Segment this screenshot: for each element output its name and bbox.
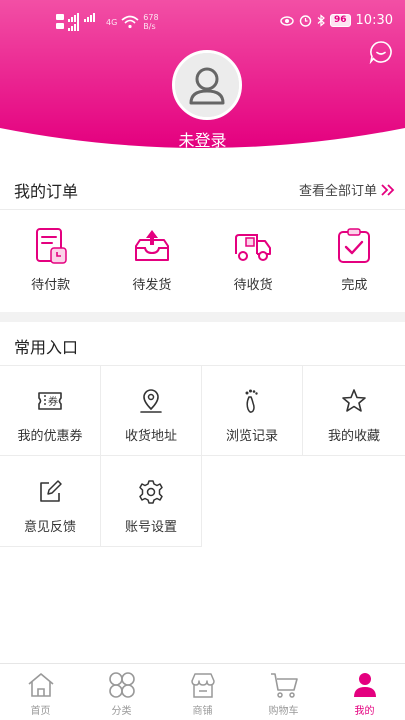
pending-payment-icon [35, 228, 67, 264]
user-avatar-icon [175, 53, 239, 117]
tab-home-label: 首页 [30, 706, 51, 717]
location-icon [140, 389, 162, 413]
edit-icon [40, 480, 62, 502]
wifi-icon [121, 15, 139, 29]
order-status-row: 待付款 待发货 待收货 完成 [0, 210, 405, 310]
eye-icon [280, 15, 294, 26]
tab-profile[interactable]: 我的 [324, 664, 405, 720]
shortcut-address-label: 收货地址 [124, 429, 177, 444]
signal-icon [56, 13, 95, 31]
order-pending-shipment-label: 待发货 [132, 278, 172, 293]
shortcut-history-label: 浏览记录 [225, 429, 278, 444]
double-chevron-right-icon [381, 183, 395, 196]
shortcut-address[interactable]: 收货地址 [101, 365, 202, 456]
status-left: 4G 678 B/s [56, 12, 159, 32]
order-pending-shipment[interactable]: 待发货 [101, 210, 202, 310]
status-bar: 4G 678 B/s 96 10:30 [0, 0, 405, 44]
tab-category[interactable]: 分类 [81, 664, 162, 720]
status-right: 96 10:30 [280, 13, 393, 28]
shortcut-account-settings[interactable]: 账号设置 [101, 456, 202, 547]
orders-header: 我的订单 查看全部订单 [0, 166, 405, 210]
footprint-icon [245, 389, 258, 413]
tab-cart-label: 购物车 [268, 706, 299, 717]
battery-indicator: 96 [330, 14, 351, 27]
network-speed-unit: B/s [143, 22, 156, 31]
star-icon [342, 389, 366, 412]
coupon-icon: 券 [38, 392, 62, 410]
shortcut-feedback[interactable]: 意见反馈 [0, 456, 101, 547]
tab-profile-label: 我的 [354, 706, 375, 717]
view-all-orders-link[interactable]: 查看全部订单 [299, 180, 395, 199]
shortcut-history[interactable]: 浏览记录 [202, 365, 303, 456]
orders-title: 我的订单 [14, 182, 79, 201]
profile-header: 4G 678 B/s 96 10:30 未登录 [0, 0, 405, 160]
login-status[interactable]: 未登录 [0, 127, 405, 151]
network-speed-value: 678 [143, 13, 159, 22]
order-pending-payment[interactable]: 待付款 [0, 210, 101, 310]
shortcut-favorites-label: 我的收藏 [327, 429, 380, 444]
order-completed[interactable]: 完成 [304, 210, 405, 310]
category-icon [108, 672, 135, 698]
shortcuts-title: 常用入口 [14, 338, 79, 357]
order-pending-payment-label: 待付款 [31, 278, 71, 293]
network-speed: 678 B/s [143, 13, 158, 31]
bluetooth-icon [317, 14, 325, 27]
section-divider [0, 312, 405, 322]
bottom-tab-bar: 首页 分类 商铺 购物车 我的 [0, 663, 405, 720]
tab-home[interactable]: 首页 [0, 664, 81, 720]
pending-shipment-icon [134, 230, 169, 261]
gear-icon [139, 480, 163, 504]
chat-bubble-icon[interactable] [369, 40, 393, 64]
order-pending-receipt[interactable]: 待收货 [203, 210, 304, 310]
shortcut-account-settings-label: 账号设置 [124, 520, 177, 535]
shortcut-feedback-label: 意见反馈 [23, 520, 76, 535]
avatar[interactable] [172, 50, 242, 120]
shop-icon [190, 673, 215, 698]
tab-category-label: 分类 [111, 706, 132, 717]
home-icon [27, 673, 54, 697]
pending-receipt-icon [235, 234, 272, 261]
shortcut-coupons[interactable]: 券 我的优惠券 [0, 365, 101, 456]
cart-icon [270, 673, 298, 698]
shortcut-favorites[interactable]: 我的收藏 [303, 365, 405, 456]
completed-icon [338, 228, 371, 263]
shortcuts-header: 常用入口 [0, 322, 405, 366]
svg-text:券: 券 [48, 395, 58, 408]
tab-cart[interactable]: 购物车 [243, 664, 324, 720]
network-type: 4G [106, 17, 118, 27]
shortcut-coupons-label: 我的优惠券 [17, 429, 83, 444]
clock: 10:30 [355, 13, 393, 28]
order-pending-receipt-label: 待收货 [233, 278, 273, 293]
alarm-icon [299, 15, 312, 27]
profile-icon [353, 673, 376, 697]
view-all-orders-label: 查看全部订单 [298, 184, 377, 199]
order-completed-label: 完成 [341, 278, 368, 293]
tab-shop[interactable]: 商铺 [162, 664, 243, 720]
tab-shop-label: 商铺 [192, 706, 213, 717]
